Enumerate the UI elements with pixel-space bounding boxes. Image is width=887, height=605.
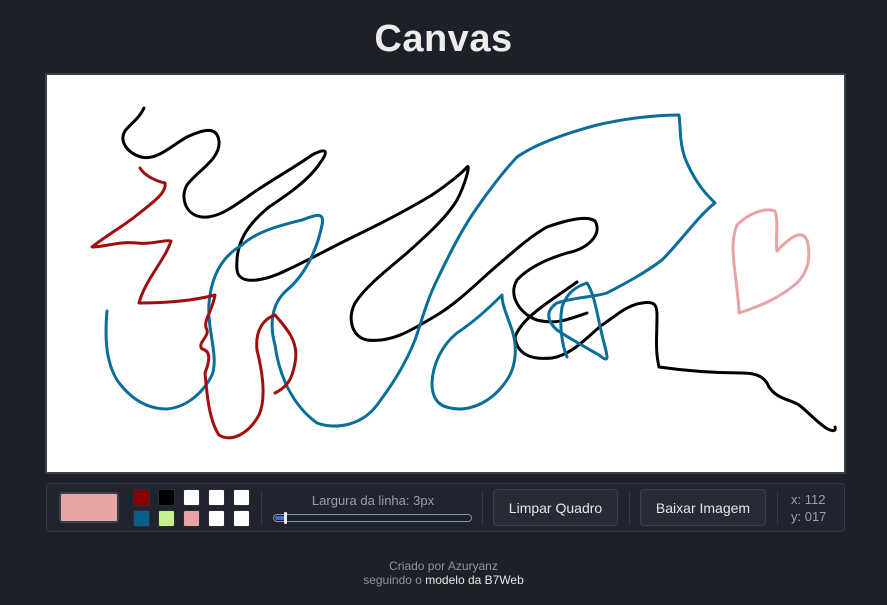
footer: Criado por Azuryanz seguindo o modelo da… (0, 559, 887, 587)
page-title: Canvas (374, 18, 513, 60)
swatch-white-4[interactable] (208, 510, 225, 527)
divider (482, 491, 483, 525)
black-stroke (121, 106, 599, 342)
swatch-white-2[interactable] (208, 489, 225, 506)
blue-stroke-2 (430, 293, 517, 411)
swatch-black[interactable] (158, 489, 175, 506)
footer-line2: seguindo o modelo da B7Web (0, 573, 887, 587)
toolbar: Largura da linha: 3px Limpar Quadro Baix… (46, 483, 845, 532)
clear-board-button[interactable]: Limpar Quadro (493, 489, 618, 526)
swatch-white-5[interactable] (233, 510, 250, 527)
drawing-canvas[interactable] (45, 73, 846, 474)
swatch-pink[interactable] (183, 510, 200, 527)
swatch-light-green[interactable] (158, 510, 175, 527)
current-color-preview (59, 492, 119, 523)
swatch-teal-blue[interactable] (133, 510, 150, 527)
divider (777, 491, 778, 525)
footer-prefix: seguindo o (363, 573, 426, 587)
swatch-white-3[interactable] (233, 489, 250, 506)
divider (261, 491, 262, 525)
cursor-coordinates: x: 112 y: 017 (791, 491, 826, 525)
footer-credit: Criado por Azuryanz (389, 559, 498, 573)
blue-stroke (104, 113, 717, 428)
b7web-link[interactable]: modelo da B7Web (425, 573, 524, 587)
swatch-dark-red[interactable] (133, 489, 150, 506)
swatch-white-1[interactable] (183, 489, 200, 506)
pink-heart-stroke (731, 208, 811, 315)
line-width-label: Largura da linha: 3px (311, 493, 435, 508)
line-width-slider[interactable] (273, 512, 472, 524)
divider (629, 491, 630, 525)
slider-thumb[interactable] (284, 512, 287, 524)
coord-y: y: 017 (791, 509, 827, 524)
download-image-button[interactable]: Baixar Imagem (640, 489, 766, 526)
coord-x: x: 112 (791, 492, 826, 507)
